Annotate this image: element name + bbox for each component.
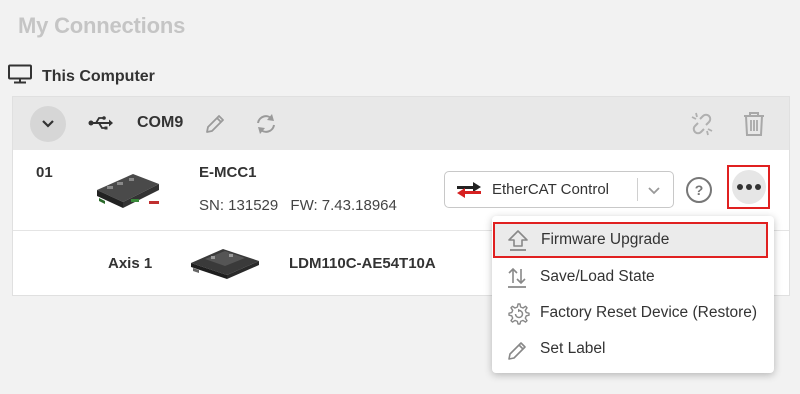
help-button[interactable]: ? xyxy=(686,177,712,203)
usb-icon xyxy=(88,114,114,137)
device-name: E-MCC1 xyxy=(199,164,257,181)
menu-item-save-load-state[interactable]: Save/Load State xyxy=(492,259,774,295)
device-options-menu: Firmware Upgrade Save/Load State Factory… xyxy=(492,216,774,373)
menu-item-label: Factory Reset Device (Restore) xyxy=(540,304,758,321)
menu-item-label: Save/Load State xyxy=(540,268,655,285)
menu-item-set-label[interactable]: Set Label xyxy=(492,331,774,367)
save-load-icon xyxy=(506,266,528,295)
select-divider xyxy=(637,178,638,201)
dot-icon xyxy=(736,184,743,190)
collapse-button[interactable] xyxy=(30,106,66,142)
dot-icon xyxy=(754,184,761,190)
page-title: My Connections xyxy=(18,13,186,38)
port-header: COM9 xyxy=(13,97,789,150)
pencil-icon[interactable] xyxy=(203,112,227,141)
more-options-highlight xyxy=(727,165,770,209)
monitor-icon xyxy=(8,64,32,89)
dot-icon xyxy=(745,184,752,190)
stage-image xyxy=(189,241,261,286)
trash-icon[interactable] xyxy=(742,111,766,142)
ethercat-icon xyxy=(457,182,481,203)
device-index: 01 xyxy=(36,164,53,181)
menu-item-firmware-upgrade[interactable]: Firmware Upgrade xyxy=(493,222,768,258)
menu-item-factory-reset[interactable]: Factory Reset Device (Restore) xyxy=(492,295,774,331)
gear-reset-icon xyxy=(506,302,530,331)
unlink-icon[interactable] xyxy=(689,111,715,142)
device-serial: SN: 131529 xyxy=(199,197,279,214)
axis-model: LDM110C-AE54T10A xyxy=(289,255,436,272)
pencil-icon xyxy=(506,338,528,367)
control-mode-select[interactable]: EtherCAT Control xyxy=(444,171,674,208)
upload-icon xyxy=(507,229,529,258)
device-firmware: FW: 7.43.18964 xyxy=(290,197,397,214)
sync-icon[interactable] xyxy=(253,112,279,141)
menu-item-label: Firmware Upgrade xyxy=(541,231,670,248)
axis-label: Axis 1 xyxy=(108,255,153,272)
chevron-down-icon xyxy=(42,120,54,128)
chevron-down-icon xyxy=(647,183,661,201)
device-info: SN: 131529 FW: 7.43.18964 xyxy=(199,197,397,214)
port-name: COM9 xyxy=(137,114,184,131)
computer-group: This Computer xyxy=(8,64,155,89)
computer-label: This Computer xyxy=(42,67,155,85)
control-mode-label: EtherCAT Control xyxy=(492,181,609,198)
more-options-button[interactable] xyxy=(731,170,766,204)
controller-image xyxy=(93,168,163,217)
menu-item-label: Set Label xyxy=(540,340,606,357)
